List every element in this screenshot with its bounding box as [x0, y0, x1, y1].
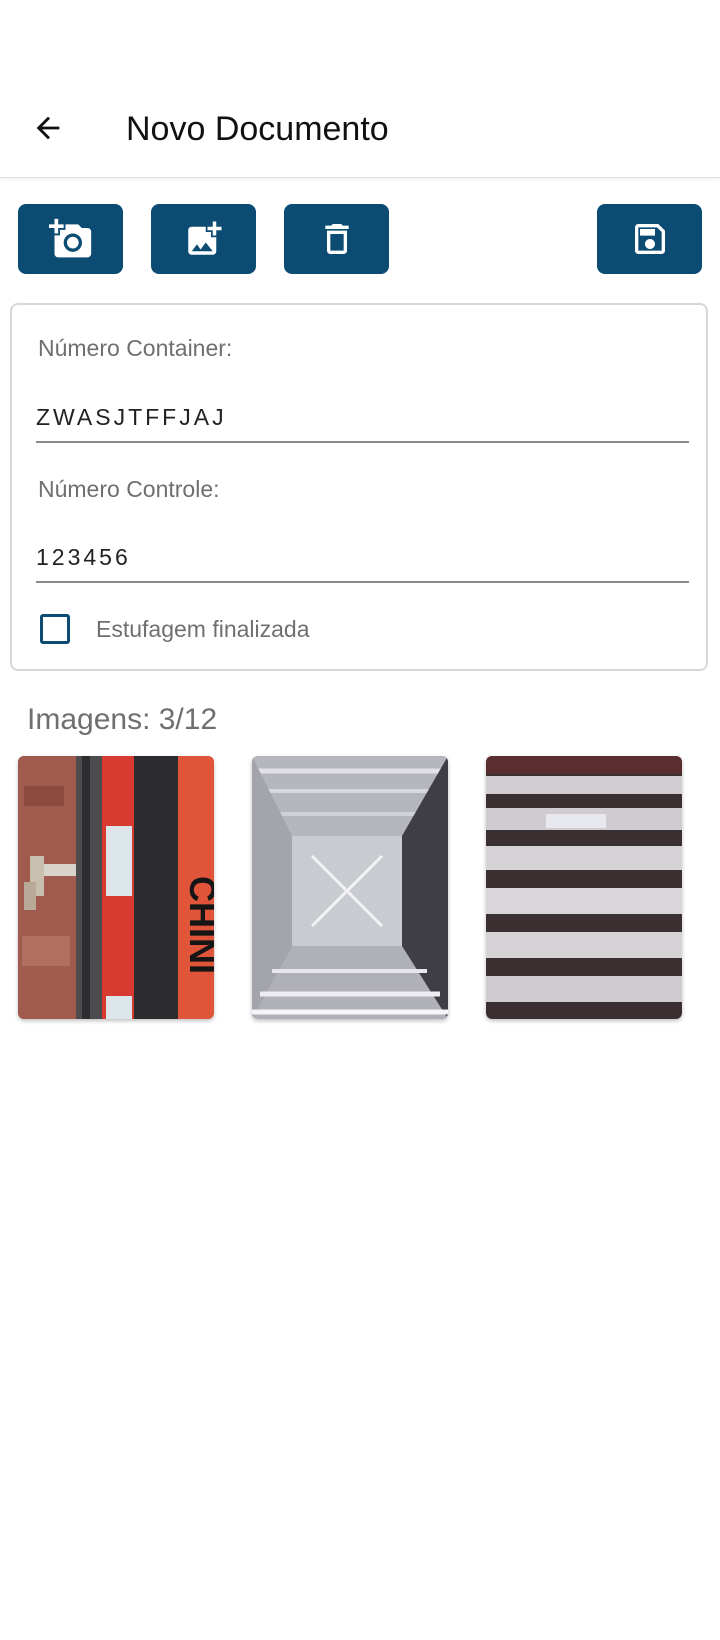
add-image-icon [187, 221, 221, 255]
stuffing-finished-label: Estufagem finalizada [96, 616, 310, 642]
container-number-input[interactable]: ZWASJTFFJAJ [36, 404, 689, 443]
app-bar: Novo Documento [0, 0, 720, 178]
back-button[interactable] [22, 102, 74, 154]
container-ceiling-photo [486, 756, 682, 1019]
control-number-label: Número Controle: [38, 476, 220, 502]
control-number-input[interactable]: 123456 [36, 544, 689, 583]
add-image-gallery-button[interactable] [151, 204, 256, 274]
images-count-title: Imagens: 3/12 [27, 703, 218, 736]
trash-icon [324, 224, 349, 254]
document-form-card: Número Container: ZWASJTFFJAJ Número Con… [10, 303, 708, 671]
delete-button[interactable] [284, 204, 389, 274]
save-icon [634, 224, 665, 254]
image-thumbnail-2[interactable] [252, 756, 448, 1019]
page-title: Novo Documento [126, 110, 389, 148]
image-thumbnail-1[interactable]: CHINI [18, 756, 214, 1019]
add-camera-icon [48, 218, 91, 258]
container-interior-photo [252, 756, 448, 1019]
save-button[interactable] [597, 204, 702, 274]
container-number-label: Número Container: [38, 335, 233, 361]
add-photo-camera-button[interactable] [18, 204, 123, 274]
stuffing-finished-checkbox[interactable] [40, 614, 70, 644]
image-thumbnail-3[interactable] [486, 756, 682, 1019]
arrow-back-icon [36, 116, 60, 140]
svg-text:CHINI: CHINI [182, 876, 214, 974]
container-door-photo: CHINI [18, 756, 214, 1019]
